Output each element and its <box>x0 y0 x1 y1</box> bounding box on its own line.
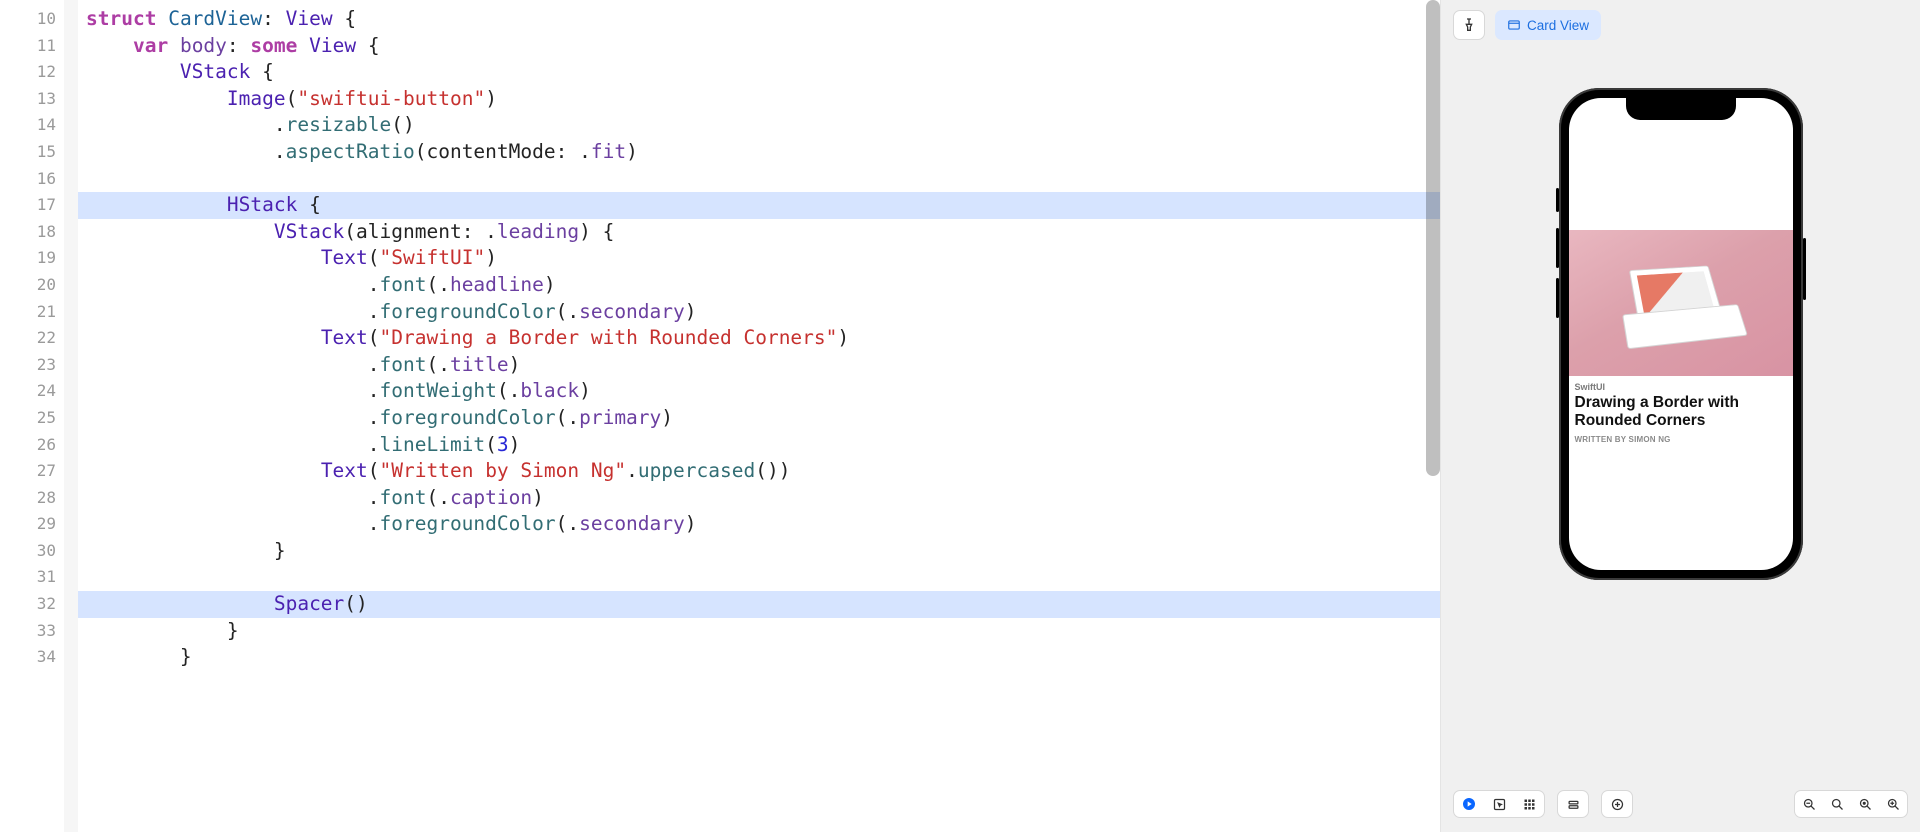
code-line[interactable]: Text("SwiftUI") <box>78 245 1440 272</box>
code-line[interactable]: HStack { <box>78 192 1440 219</box>
line-number: 20 <box>0 272 64 299</box>
card-title: Drawing a Border with Rounded Corners <box>1575 394 1787 431</box>
pin-preview-button[interactable] <box>1453 10 1485 40</box>
line-number: 12 <box>0 59 64 86</box>
code-line[interactable]: } <box>78 538 1440 565</box>
preview-canvas: Card View SwiftUI Drawing a Border with … <box>1440 0 1920 832</box>
code-line[interactable]: var body: some View { <box>78 33 1440 60</box>
line-number: 31 <box>0 564 64 591</box>
zoom-toolbar <box>1794 790 1908 818</box>
preview-target-chip[interactable]: Card View <box>1495 10 1601 40</box>
code-line[interactable]: VStack(alignment: .leading) { <box>78 219 1440 246</box>
zoom-actual-button[interactable] <box>1851 791 1879 817</box>
fold-gutter <box>64 0 78 832</box>
square-arrow-icon <box>1492 797 1507 812</box>
line-number: 10 <box>0 6 64 33</box>
code-line[interactable]: Spacer() <box>78 591 1440 618</box>
device-notch <box>1626 98 1736 120</box>
zoom-out-button[interactable] <box>1795 791 1823 817</box>
line-number: 11 <box>0 33 64 60</box>
device-volume-up <box>1556 228 1559 268</box>
laptop-illustration <box>1615 264 1748 349</box>
code-line[interactable] <box>78 564 1440 591</box>
toolbar-group-run <box>1453 790 1545 818</box>
editor-scrollbar[interactable] <box>1426 0 1440 476</box>
code-line[interactable]: .lineLimit(3) <box>78 432 1440 459</box>
grid-icon <box>1522 797 1537 812</box>
code-line[interactable]: .font(.title) <box>78 352 1440 379</box>
code-line[interactable]: .aspectRatio(contentMode: .fit) <box>78 139 1440 166</box>
device-frame: SwiftUI Drawing a Border with Rounded Co… <box>1559 88 1803 580</box>
line-number: 34 <box>0 644 64 671</box>
line-number: 26 <box>0 432 64 459</box>
line-number: 15 <box>0 139 64 166</box>
line-number: 19 <box>0 245 64 272</box>
line-number: 25 <box>0 405 64 432</box>
line-number: 28 <box>0 485 64 512</box>
line-number: 30 <box>0 538 64 565</box>
code-line[interactable]: struct CardView: View { <box>78 6 1440 33</box>
canvas-settings-button[interactable] <box>1602 790 1632 818</box>
code-line[interactable]: Image("swiftui-button") <box>78 86 1440 113</box>
settings-icon <box>1610 797 1625 812</box>
code-line[interactable]: .resizable() <box>78 112 1440 139</box>
pin-icon <box>1461 17 1477 33</box>
line-number: 21 <box>0 299 64 326</box>
line-number: 16 <box>0 166 64 193</box>
zoom-fit-button[interactable] <box>1823 791 1851 817</box>
line-number: 13 <box>0 86 64 113</box>
card-image <box>1569 230 1793 376</box>
card-byline: WRITTEN BY SIMON NG <box>1575 435 1787 444</box>
line-number: 33 <box>0 618 64 645</box>
chip-label: Card View <box>1527 18 1589 33</box>
line-number-gutter: 1011121314151617181920212223242526272829… <box>0 0 64 832</box>
line-number: 23 <box>0 352 64 379</box>
line-number: 22 <box>0 325 64 352</box>
preview-toolbar-left <box>1453 790 1633 818</box>
zoom-100-icon <box>1858 797 1873 812</box>
code-line[interactable]: .fontWeight(.black) <box>78 378 1440 405</box>
play-icon <box>1461 796 1477 812</box>
line-number: 17 <box>0 192 64 219</box>
line-number: 24 <box>0 378 64 405</box>
card-eyebrow: SwiftUI <box>1575 382 1787 392</box>
zoom-fit-icon <box>1830 797 1845 812</box>
code-line[interactable]: .font(.headline) <box>78 272 1440 299</box>
code-line[interactable]: Text("Drawing a Border with Rounded Corn… <box>78 325 1440 352</box>
code-line[interactable]: } <box>78 618 1440 645</box>
zoom-in-icon <box>1886 797 1901 812</box>
line-number: 27 <box>0 458 64 485</box>
device-power-button <box>1803 238 1806 300</box>
line-number: 18 <box>0 219 64 246</box>
toolbar-group-device <box>1557 790 1589 818</box>
window-icon <box>1507 18 1521 32</box>
line-number: 14 <box>0 112 64 139</box>
preview-header: Card View <box>1453 10 1601 40</box>
device-volume-down <box>1556 278 1559 318</box>
selectable-mode-button[interactable] <box>1484 790 1514 818</box>
code-line[interactable]: Text("Written by Simon Ng".uppercased()) <box>78 458 1440 485</box>
code-line[interactable]: .font(.caption) <box>78 485 1440 512</box>
device-settings-icon <box>1566 797 1581 812</box>
toolbar-group-settings <box>1601 790 1633 818</box>
variants-button[interactable] <box>1514 790 1544 818</box>
code-line[interactable] <box>78 166 1440 193</box>
code-line[interactable]: VStack { <box>78 59 1440 86</box>
code-line[interactable]: .foregroundColor(.secondary) <box>78 299 1440 326</box>
live-preview-button[interactable] <box>1454 790 1484 818</box>
device-settings-button[interactable] <box>1558 790 1588 818</box>
card-text: SwiftUI Drawing a Border with Rounded Co… <box>1569 376 1793 450</box>
device-side-button <box>1556 188 1559 212</box>
code-line[interactable]: } <box>78 644 1440 671</box>
code-editor[interactable]: 1011121314151617181920212223242526272829… <box>0 0 1440 832</box>
code-area[interactable]: struct CardView: View { var body: some V… <box>78 0 1440 832</box>
zoom-out-icon <box>1802 797 1817 812</box>
device-screen[interactable]: SwiftUI Drawing a Border with Rounded Co… <box>1569 98 1793 570</box>
code-line[interactable]: .foregroundColor(.primary) <box>78 405 1440 432</box>
card-view: SwiftUI Drawing a Border with Rounded Co… <box>1569 230 1793 450</box>
zoom-in-button[interactable] <box>1879 791 1907 817</box>
line-number: 32 <box>0 591 64 618</box>
code-line[interactable]: .foregroundColor(.secondary) <box>78 511 1440 538</box>
line-number: 29 <box>0 511 64 538</box>
